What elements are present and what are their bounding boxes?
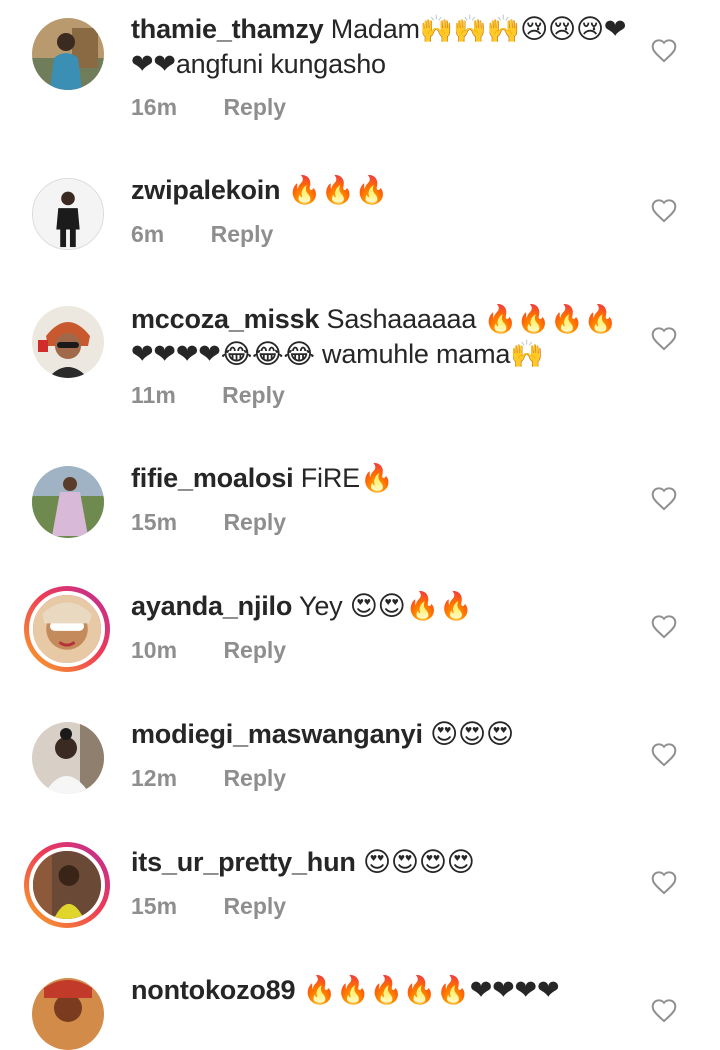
heart-outline-icon[interactable] [650,197,678,223]
comment-time: 10m [131,637,178,663]
avatar-photo [32,722,104,794]
reply-button[interactable]: Reply [211,221,274,248]
reply-button[interactable]: Reply [223,509,286,536]
heart-outline-icon[interactable] [650,741,678,767]
heart-outline-icon[interactable] [650,325,678,351]
avatar-photo [33,595,101,663]
heart-outline-icon[interactable] [650,869,678,895]
comment-username[interactable]: zwipalekoin [131,175,281,205]
reply-button[interactable]: Reply [223,765,286,792]
comment-time: 12m [131,765,178,791]
comment-time: 6m [131,221,165,247]
comment-text: 😍😍😍 [430,719,514,749]
comment-text: 🔥🔥🔥 [287,175,388,205]
comment-username[interactable]: thamie_thamzy [131,14,324,44]
reply-button[interactable]: Reply [222,382,285,409]
avatar[interactable] [32,178,104,250]
avatar[interactable] [32,18,104,90]
avatar-photo [32,306,104,378]
heart-outline-icon[interactable] [650,613,678,639]
heart-outline-icon[interactable] [650,37,678,63]
comment-username[interactable]: nontokozo89 [131,975,295,1005]
avatar[interactable] [32,978,104,1050]
reply-button[interactable]: Reply [223,637,286,664]
comment-username[interactable]: its_ur_pretty_hun [131,847,356,877]
comment-username[interactable]: mccoza_missk [131,304,319,334]
comment-text: 😍😍😍😍 [362,847,475,877]
reply-button[interactable]: Reply [223,94,286,121]
avatar-photo [32,466,104,538]
avatar-photo [32,978,104,1050]
avatar-photo [32,18,104,90]
comment-text: 🔥🔥🔥🔥🔥❤❤❤❤ [302,975,560,1005]
comment-time: 15m [131,509,178,535]
avatar-photo [33,851,101,919]
comment-text: FiRE🔥 [300,463,394,493]
avatar-photo [33,179,103,249]
avatar-story-ring[interactable] [24,586,110,672]
comment-time: 15m [131,893,178,919]
comment-time: 11m [131,382,176,408]
comment-username[interactable]: modiegi_maswanganyi [131,719,423,749]
avatar[interactable] [32,466,104,538]
comment-username[interactable]: ayanda_njilo [131,591,292,621]
comment-text: Yey 😍😍🔥🔥 [298,591,473,621]
comment-username[interactable]: fifie_moalosi [131,463,294,493]
comment-time: 16m [131,94,178,120]
heart-outline-icon[interactable] [650,997,678,1023]
avatar[interactable] [32,306,104,378]
avatar[interactable] [32,722,104,794]
avatar-story-ring[interactable] [24,842,110,928]
heart-outline-icon[interactable] [650,485,678,511]
reply-button[interactable]: Reply [223,893,286,920]
